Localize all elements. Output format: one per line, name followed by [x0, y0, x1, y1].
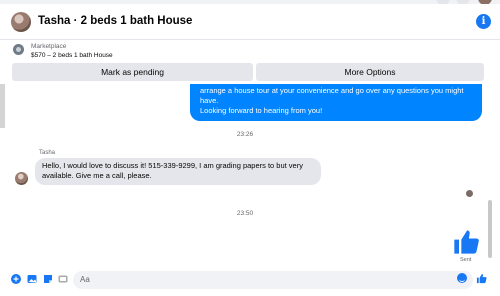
like-send-icon[interactable]: [476, 273, 487, 284]
sender-name: Tasha: [39, 150, 56, 156]
photo-icon[interactable]: [27, 274, 37, 284]
message-composer: Aa: [0, 268, 500, 296]
received-message-line: available. Give me a call, please.: [42, 171, 152, 180]
chat-header: Tasha · 2 beds 1 bath House i: [0, 4, 500, 40]
more-options-button[interactable]: More Options: [256, 63, 484, 81]
listing-thumbnail[interactable]: [13, 44, 24, 55]
marketplace-label: Marketplace: [31, 43, 67, 50]
sender-avatar[interactable]: [15, 172, 28, 185]
seen-avatar: [466, 190, 473, 197]
mark-as-pending-button[interactable]: Mark as pending: [12, 63, 253, 81]
plus-circle-icon[interactable]: [11, 274, 21, 284]
thumbs-up-icon[interactable]: [452, 228, 480, 256]
message-timestamp: 23:26: [236, 131, 254, 138]
received-message-bubble[interactable]: Hello, I would love to discuss it! 515-3…: [35, 158, 321, 185]
sticker-icon[interactable]: [43, 274, 53, 284]
sent-message-line: arrange a house tour at your convenience…: [200, 86, 464, 95]
chat-title[interactable]: Tasha · 2 beds 1 bath House: [38, 15, 192, 27]
info-icon[interactable]: i: [476, 14, 491, 29]
listing-title[interactable]: $570 – 2 beds 1 bath House: [31, 52, 113, 59]
messenger-chat-window: Tasha · 2 beds 1 bath House i Marketplac…: [0, 0, 500, 296]
left-scrollbar[interactable]: [0, 84, 5, 128]
sent-message-line: Looking forward to hearing from you!: [200, 106, 323, 115]
sent-message-line: have.: [200, 96, 219, 105]
received-message-line: Hello, I would love to discuss it! 515-3…: [42, 161, 303, 170]
message-input[interactable]: Aa: [73, 271, 473, 289]
message-input-placeholder: Aa: [80, 275, 90, 284]
message-timestamp: 23:50: [236, 210, 254, 217]
message-status: Sent: [460, 257, 472, 263]
sent-message-bubble[interactable]: arrange a house tour at your convenience…: [190, 84, 482, 121]
contact-avatar[interactable]: [11, 12, 31, 32]
emoji-icon[interactable]: [457, 273, 467, 283]
message-list-scrollbar[interactable]: [488, 200, 492, 258]
gif-icon[interactable]: [58, 274, 68, 284]
